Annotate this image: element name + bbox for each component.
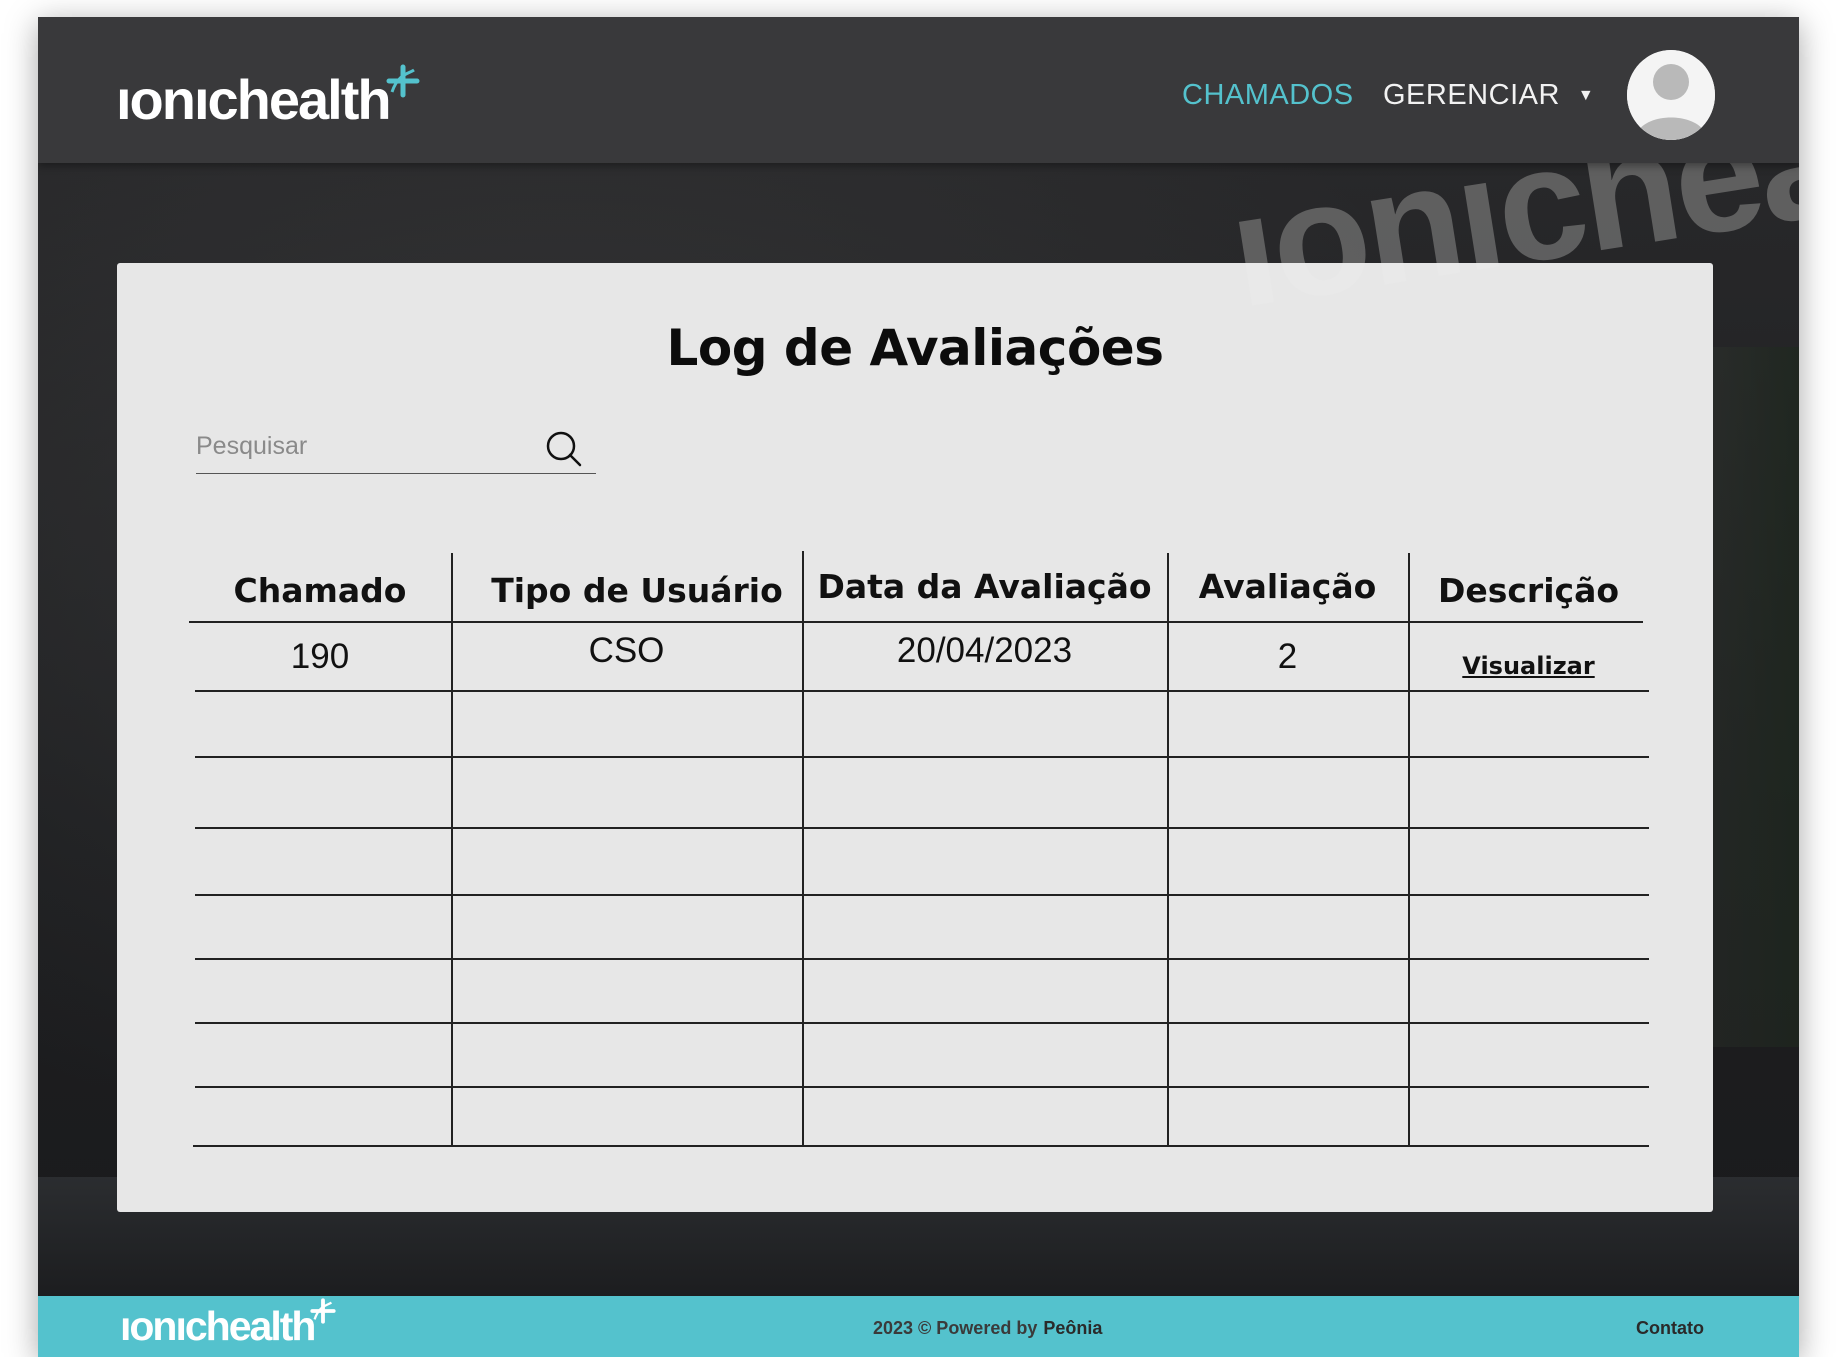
evaluation-log-card: Log de Avaliações Chamad <box>117 263 1713 1212</box>
nav-chamados[interactable]: CHAMADOS <box>1182 79 1354 112</box>
cell-avaliacao: 2 <box>1277 637 1298 676</box>
row-divider <box>195 1022 1649 1024</box>
logo-text: ıonıchealth <box>116 68 392 131</box>
row-divider <box>195 894 1649 896</box>
row-divider <box>195 756 1649 758</box>
app-frame: ıonıchealt ıonıchealth CHAMADOS GERENCIA… <box>38 17 1799 1357</box>
column-header-descricao[interactable]: Descrição <box>1408 571 1649 610</box>
top-navbar: ıonıchealth CHAMADOS GERENCIAR ▼ <box>38 17 1799 163</box>
caret-down-icon: ▼ <box>1577 86 1595 104</box>
powered-by-brand[interactable]: Peônia <box>1043 1318 1102 1338</box>
column-header-chamado[interactable]: Chamado <box>189 571 451 610</box>
cell-descricao: Visualizar <box>1408 643 1649 683</box>
row-divider <box>195 958 1649 960</box>
cell-chamado: 190 <box>290 637 350 676</box>
evaluations-table: Chamado Tipo de Usuário Data da Avaliaçã… <box>117 263 1713 1212</box>
row-divider <box>195 827 1649 829</box>
column-header-avaliacao[interactable]: Avaliação <box>1167 567 1408 606</box>
row-divider <box>195 1086 1649 1088</box>
user-silhouette-icon <box>1627 50 1715 140</box>
cell-tipo-usuario: CSO <box>588 631 665 670</box>
user-avatar[interactable] <box>1627 50 1715 140</box>
row-divider <box>195 690 1649 692</box>
column-header-data-avaliacao[interactable]: Data da Avaliação <box>802 567 1167 606</box>
visualizar-link[interactable]: Visualizar <box>1462 652 1594 680</box>
logo-plus-icon <box>386 64 420 98</box>
header-divider <box>189 621 1643 623</box>
logo-plus-icon <box>310 1298 337 1324</box>
footer-copyright: 2023 © Powered by Peônia <box>873 1318 1102 1339</box>
row-divider <box>193 1145 1649 1147</box>
column-divider <box>1408 553 1410 1145</box>
cell-data-avaliacao: 20/04/2023 <box>896 631 1073 670</box>
background-plant <box>1709 347 1799 1047</box>
footer-logo[interactable]: ıonıchealth <box>120 1298 337 1349</box>
footer: ıonıchealth 2023 © Powered by Peônia Cont… <box>38 1296 1799 1357</box>
column-header-tipo-usuario[interactable]: Tipo de Usuário <box>462 571 812 610</box>
copyright-text: 2023 © Powered by <box>873 1318 1038 1338</box>
nav-gerenciar-label: GERENCIAR <box>1383 79 1560 111</box>
footer-logo-text: ıonıchealth <box>120 1303 316 1349</box>
header-logo[interactable]: ıonıchealth <box>116 64 420 131</box>
contact-link[interactable]: Contato <box>1636 1318 1704 1339</box>
nav-gerenciar-dropdown[interactable]: GERENCIAR ▼ <box>1383 79 1594 112</box>
